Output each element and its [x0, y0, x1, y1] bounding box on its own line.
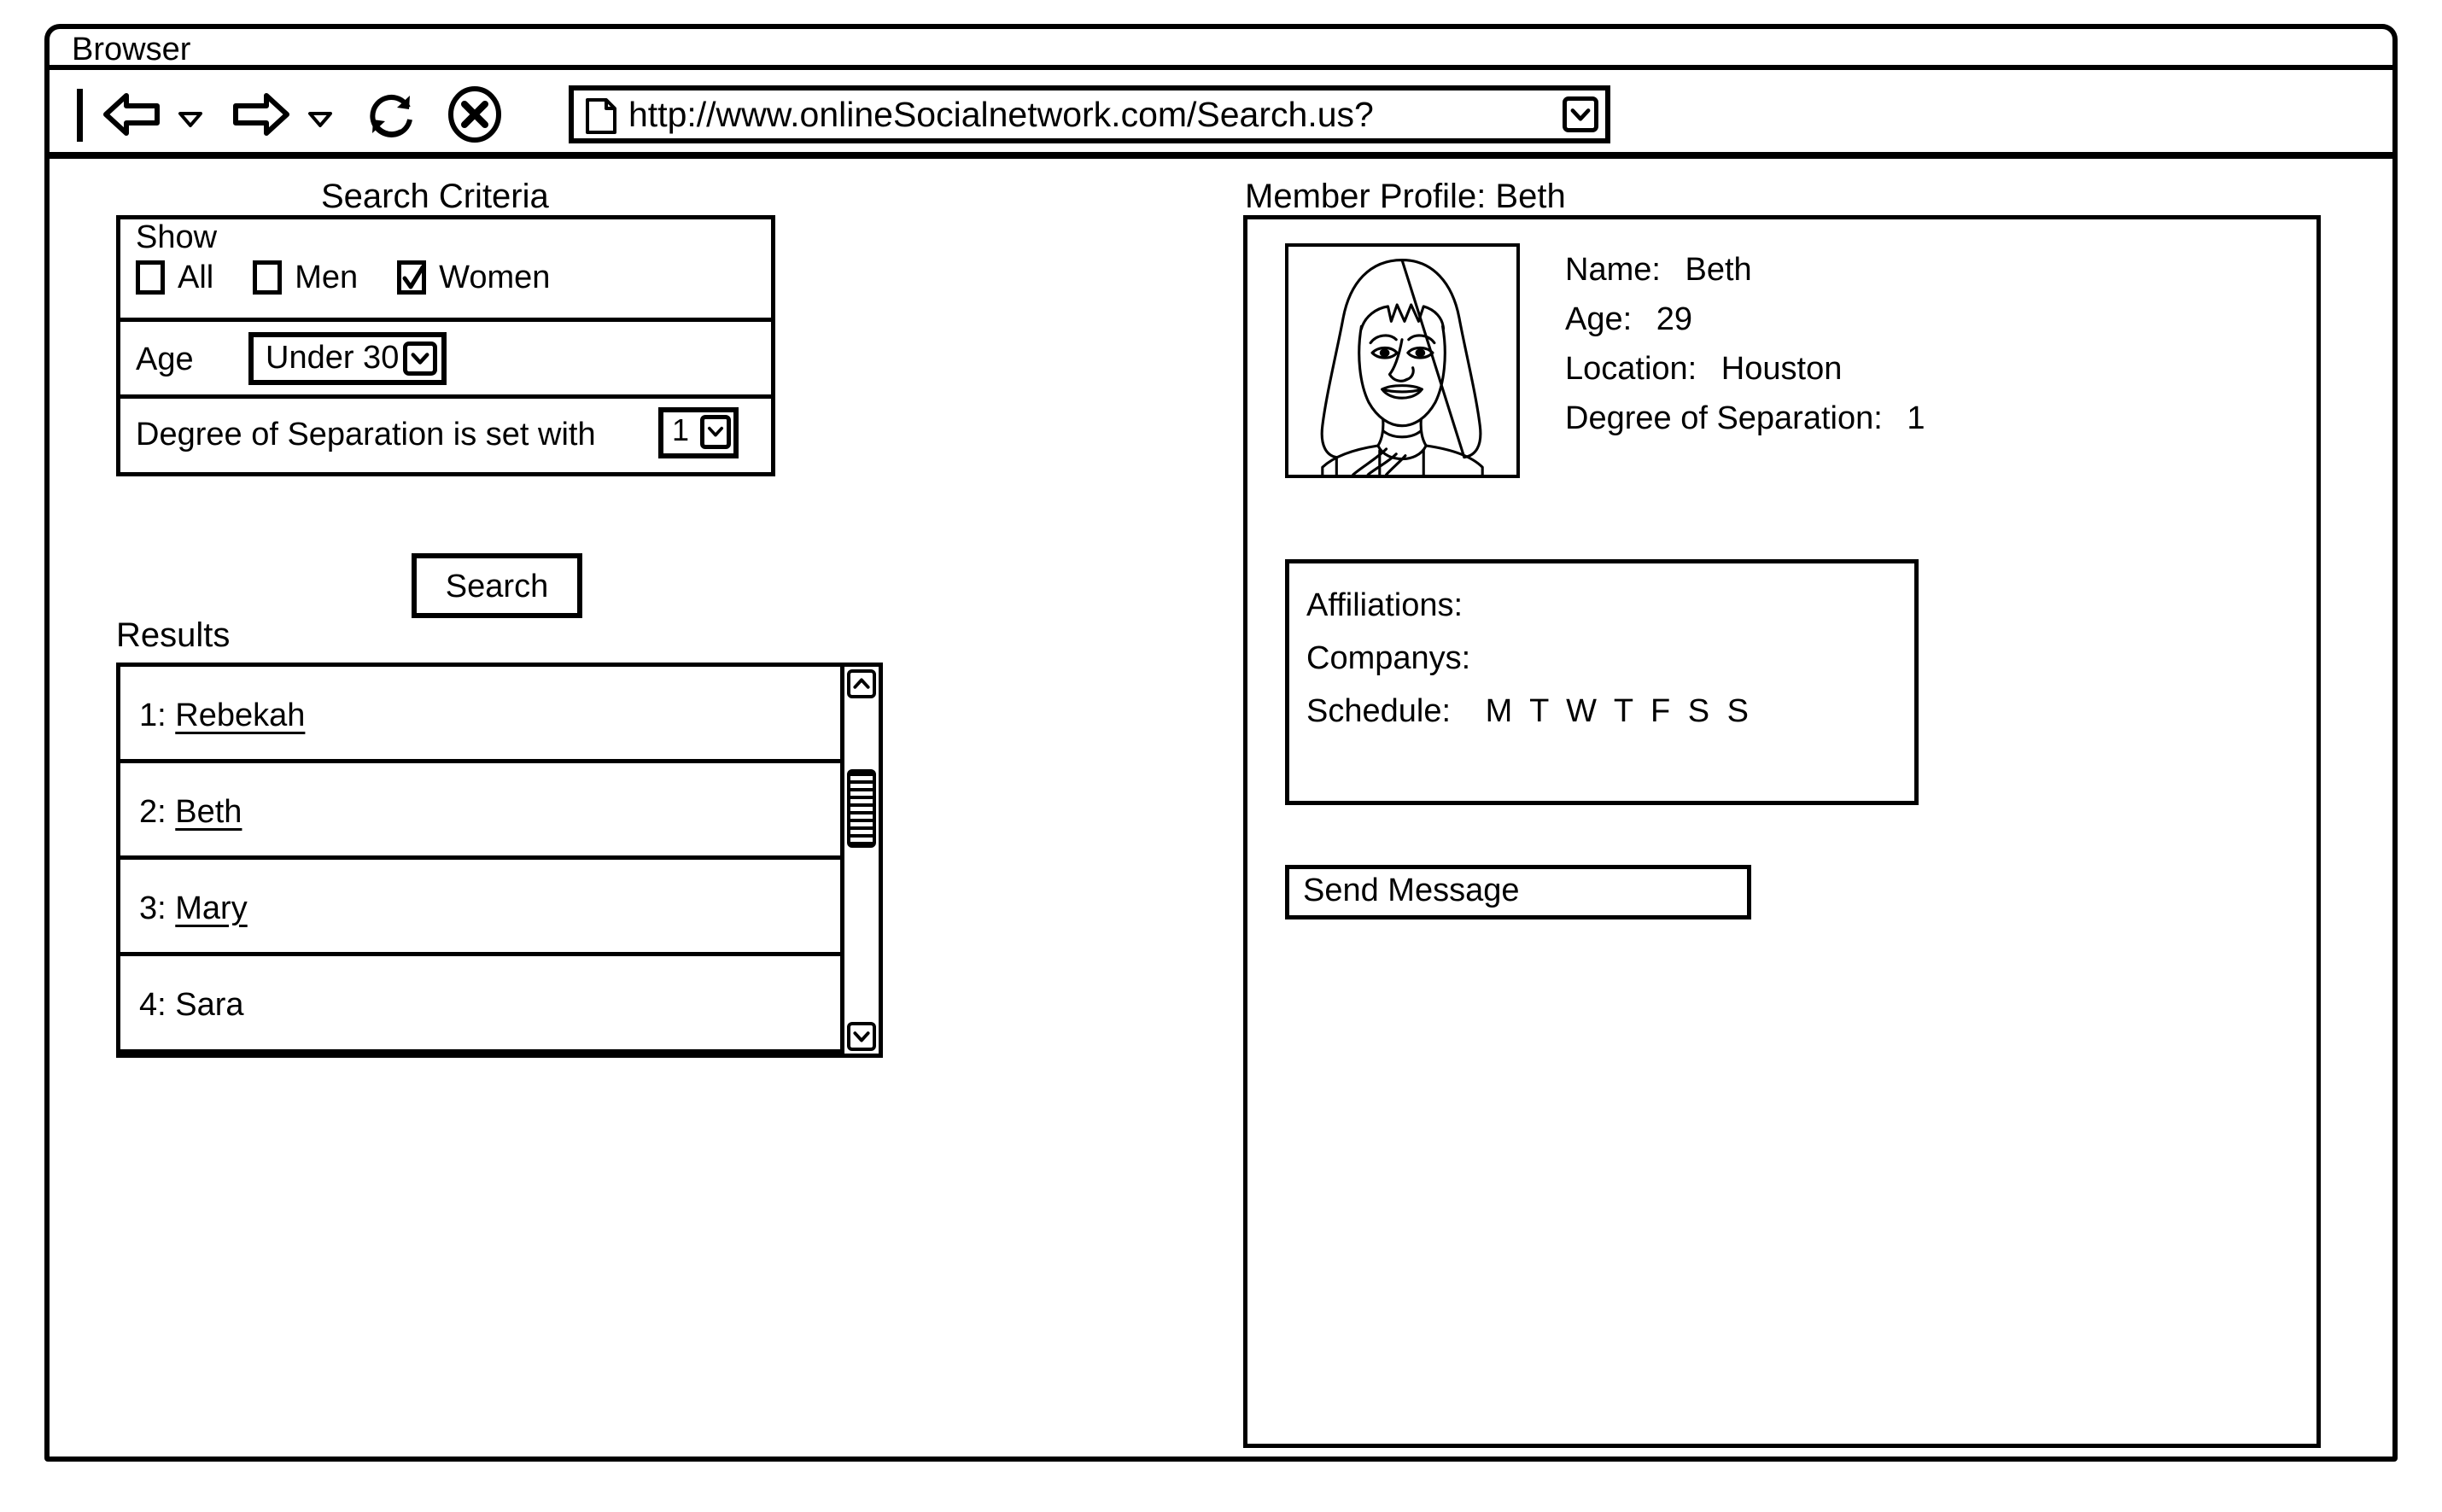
forward-arrow-icon[interactable] [229, 82, 294, 147]
companys-row: Companys: [1306, 640, 1496, 676]
degree-select-value: 1 [672, 412, 690, 447]
schedule-label: Schedule: [1306, 693, 1452, 729]
result-name-link[interactable]: Beth [175, 794, 242, 830]
results-heading: Results [116, 616, 231, 654]
schedule-row: Schedule: M T W T F S S [1306, 693, 1753, 729]
results-list: 1: Rebekah 2: Beth 3: Mary 4: Sara [116, 663, 883, 1058]
url-chevron-down-icon[interactable] [1563, 96, 1598, 132]
degree-chevron-down-icon[interactable] [700, 415, 731, 449]
checkbox-label-women: Women [439, 260, 551, 295]
checkbox-item-men[interactable]: Men [253, 260, 358, 295]
profile-field-label: Age: [1565, 301, 1633, 337]
checkbox-label-men: Men [295, 260, 359, 295]
show-row: Show All Men Women [120, 219, 771, 322]
refresh-icon[interactable] [359, 82, 424, 147]
send-message-button[interactable]: Send Message [1285, 865, 1751, 919]
page-document-icon [584, 97, 618, 135]
search-criteria-heading: Search Criteria [321, 178, 549, 215]
result-rank: 2: [139, 794, 166, 830]
profile-field-value: 1 [1907, 400, 1925, 436]
list-item[interactable]: 4: Sara [120, 956, 840, 1054]
url-input[interactable]: http://www.onlineSocialnetwork.com/Searc… [628, 88, 1374, 141]
member-profile-heading: Member Profile: Beth [1245, 178, 1566, 215]
age-label: Age [136, 342, 194, 377]
back-arrow-icon[interactable] [99, 82, 164, 147]
affiliations-label: Affiliations: [1306, 587, 1463, 623]
checkbox-women[interactable] [397, 260, 427, 295]
browser-toolbar: http://www.onlineSocialnetwork.com/Searc… [50, 70, 2392, 159]
profile-field-age: Age: 29 [1565, 295, 1925, 344]
profile-field-value: 29 [1656, 301, 1693, 337]
forward-chevron-down-icon[interactable] [307, 109, 333, 128]
list-item[interactable]: 2: Beth [120, 763, 840, 860]
age-select[interactable]: Under 30 [248, 332, 447, 385]
age-select-value: Under 30 [266, 340, 400, 376]
profile-field-value: Houston [1720, 351, 1843, 387]
profile-field-degree-of-separation: Degree of Separation: 1 [1565, 394, 1925, 443]
list-item[interactable]: 3: Mary [120, 860, 840, 956]
result-rank: 4: [139, 987, 166, 1023]
result-rank: 3: [139, 890, 166, 926]
scrollbar-down-chevron-icon[interactable] [847, 1022, 876, 1051]
search-criteria-panel: Show All Men Women Age Under 30 Degree o… [116, 215, 775, 476]
profile-field-name: Name: Beth [1565, 245, 1925, 295]
affiliations-row: Affiliations: [1306, 587, 1488, 623]
checkbox-item-women[interactable]: Women [397, 260, 550, 295]
stop-circle-x-icon[interactable] [442, 82, 507, 147]
scrollbar-thumb[interactable] [847, 769, 876, 848]
window-title: Browser [72, 32, 191, 67]
checkbox-label-all: All [178, 260, 214, 295]
profile-fields: Name: Beth Age: 29 Location: Houston Deg… [1565, 245, 1925, 443]
result-name-link[interactable]: Rebekah [175, 698, 305, 733]
profile-field-label: Location: [1565, 351, 1697, 387]
profile-field-label: Name: [1565, 252, 1661, 288]
result-rank: 1: [139, 698, 166, 733]
degree-row: Degree of Separation is set with 1 [120, 399, 771, 473]
scrollbar-up-chevron-icon[interactable] [847, 669, 876, 698]
schedule-value: M T W T F S S [1485, 693, 1754, 729]
age-row: Age Under 30 [120, 322, 771, 399]
age-chevron-down-icon[interactable] [403, 342, 437, 376]
profile-field-location: Location: Houston [1565, 344, 1925, 394]
checkbox-all[interactable] [136, 260, 165, 295]
degree-select[interactable]: 1 [658, 407, 739, 458]
degree-label: Degree of Separation is set with [136, 417, 596, 452]
member-profile-panel: Name: Beth Age: 29 Location: Houston Deg… [1243, 215, 2321, 1448]
url-bar[interactable]: http://www.onlineSocialnetwork.com/Searc… [569, 85, 1610, 143]
profile-field-value: Beth [1685, 252, 1752, 288]
show-label: Show [136, 219, 218, 255]
checkbox-item-all[interactable]: All [136, 260, 213, 295]
list-item[interactable]: 1: Rebekah [120, 667, 840, 763]
show-checkbox-group: All Men Women [136, 260, 589, 295]
results-scrollbar[interactable] [840, 663, 883, 1058]
checkmark-icon [402, 265, 425, 289]
profile-field-label: Degree of Separation: [1565, 400, 1883, 436]
woman-portrait-avatar [1285, 243, 1520, 478]
result-name: Sara [175, 987, 244, 1023]
checkbox-men[interactable] [253, 260, 283, 295]
companys-label: Companys: [1306, 640, 1471, 676]
page-content: Search Criteria Show All Men Women Age U… [50, 166, 2392, 1460]
affiliations-box: Affiliations: Companys: Schedule: M T W … [1285, 559, 1919, 805]
search-button-label: Search [445, 569, 549, 604]
toolbar-divider [77, 89, 83, 142]
browser-window: Browser http://www.onlineSocialnetwork.c… [44, 24, 2398, 1462]
back-chevron-down-icon[interactable] [178, 109, 203, 128]
search-button[interactable]: Search [412, 553, 582, 618]
result-name-link[interactable]: Mary [175, 890, 247, 926]
send-message-label: Send Message [1303, 873, 1520, 908]
title-bar: Browser [50, 29, 2392, 70]
